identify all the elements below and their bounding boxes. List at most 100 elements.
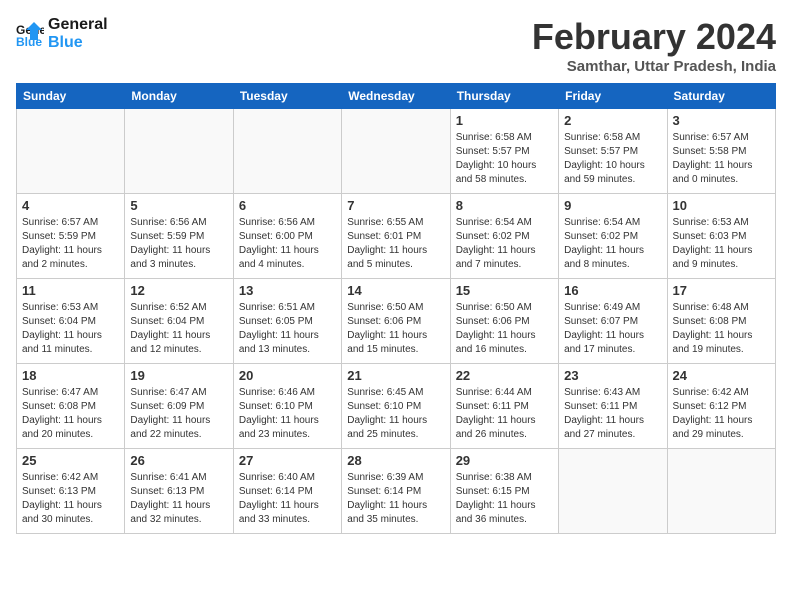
calendar-cell: 28Sunrise: 6:39 AMSunset: 6:14 PMDayligh… — [342, 449, 450, 534]
calendar-cell: 12 Sunrise: 6:52 AMSunset: 6:04 PMDayligh… — [125, 279, 233, 364]
logo-general: General — [48, 16, 108, 34]
calendar-cell: 18 Sunrise: 6:47 AMSunset: 6:08 PMDayligh… — [17, 364, 125, 449]
day-info: Sunrise: 6:58 AMSunset: 5:57 PMDaylight:… — [564, 131, 661, 187]
day-info: Sunrise: 6:44 AMSunset: 6:11 PMDaylight:… — [456, 386, 553, 442]
day-info: Sunrise: 6:53 AMSunset: 6:04 PMDaylight:… — [22, 301, 119, 357]
calendar-cell: 27 Sunrise: 6:40 AMSunset: 6:14 PMDayligh… — [233, 449, 341, 534]
weekday-header-tuesday: Tuesday — [233, 84, 341, 109]
calendar-subtitle: Samthar, Uttar Pradesh, India — [532, 58, 776, 75]
day-info: Sunrise: 6:56 AMSunset: 5:59 PMDaylight:… — [130, 216, 227, 272]
day-number: 3 — [673, 113, 770, 128]
day-number: 12 — [130, 283, 227, 298]
day-number: 22 — [456, 368, 553, 383]
day-info: Sunrise: 6:38 AMSunset: 6:15 PMDaylight:… — [456, 471, 553, 527]
weekday-header-monday: Monday — [125, 84, 233, 109]
calendar-cell — [559, 449, 667, 534]
calendar-cell — [667, 449, 775, 534]
weekday-header-sunday: Sunday — [17, 84, 125, 109]
calendar-cell: 24 Sunrise: 6:42 AMSunset: 6:12 PMDayligh… — [667, 364, 775, 449]
calendar-cell: 15 Sunrise: 6:50 AMSunset: 6:06 PMDayligh… — [450, 279, 558, 364]
day-number: 13 — [239, 283, 336, 298]
calendar-cell: 7 Sunrise: 6:55 AMSunset: 6:01 PMDaylight… — [342, 194, 450, 279]
calendar-cell — [125, 109, 233, 194]
calendar-week-5: 25Sunrise: 6:42 AMSunset: 6:13 PMDayligh… — [17, 449, 776, 534]
weekday-header-row: SundayMondayTuesdayWednesdayThursdayFrid… — [17, 84, 776, 109]
calendar-week-3: 11Sunrise: 6:53 AMSunset: 6:04 PMDayligh… — [17, 279, 776, 364]
day-info: Sunrise: 6:47 AMSunset: 6:08 PMDaylight:… — [22, 386, 119, 442]
calendar-cell: 17 Sunrise: 6:48 AMSunset: 6:08 PMDayligh… — [667, 279, 775, 364]
svg-text:Blue: Blue — [16, 35, 42, 48]
calendar-cell: 19 Sunrise: 6:47 AMSunset: 6:09 PMDayligh… — [125, 364, 233, 449]
day-info: Sunrise: 6:50 AMSunset: 6:06 PMDaylight:… — [456, 301, 553, 357]
day-number: 24 — [673, 368, 770, 383]
day-info: Sunrise: 6:47 AMSunset: 6:09 PMDaylight:… — [130, 386, 227, 442]
calendar-week-1: 1 Sunrise: 6:58 AMSunset: 5:57 PMDaylight… — [17, 109, 776, 194]
day-number: 8 — [456, 198, 553, 213]
weekday-header-saturday: Saturday — [667, 84, 775, 109]
calendar-cell: 13 Sunrise: 6:51 AMSunset: 6:05 PMDayligh… — [233, 279, 341, 364]
day-number: 16 — [564, 283, 661, 298]
day-number: 17 — [673, 283, 770, 298]
calendar-week-4: 18 Sunrise: 6:47 AMSunset: 6:08 PMDayligh… — [17, 364, 776, 449]
weekday-header-wednesday: Wednesday — [342, 84, 450, 109]
calendar-cell: 8 Sunrise: 6:54 AMSunset: 6:02 PMDaylight… — [450, 194, 558, 279]
calendar-cell: 29 Sunrise: 6:38 AMSunset: 6:15 PMDayligh… — [450, 449, 558, 534]
logo: General Blue General Blue — [16, 16, 108, 51]
day-number: 23 — [564, 368, 661, 383]
weekday-header-thursday: Thursday — [450, 84, 558, 109]
page-header: General Blue General Blue February 2024 … — [16, 16, 776, 75]
calendar-cell: 1Sunrise: 6:58 AMSunset: 5:57 PMDaylight… — [450, 109, 558, 194]
day-info: Sunrise: 6:55 AMSunset: 6:01 PMDaylight:… — [347, 216, 444, 272]
day-number: 4 — [22, 198, 119, 213]
calendar-cell: 23 Sunrise: 6:43 AMSunset: 6:11 PMDayligh… — [559, 364, 667, 449]
calendar-cell — [17, 109, 125, 194]
day-info: Sunrise: 6:52 AMSunset: 6:04 PMDaylight:… — [130, 301, 227, 357]
day-info: Sunrise: 6:53 AMSunset: 6:03 PMDaylight:… — [673, 216, 770, 272]
day-number: 19 — [130, 368, 227, 383]
calendar-cell: 21Sunrise: 6:45 AMSunset: 6:10 PMDayligh… — [342, 364, 450, 449]
day-number: 18 — [22, 368, 119, 383]
day-info: Sunrise: 6:41 AMSunset: 6:13 PMDaylight:… — [130, 471, 227, 527]
calendar-cell: 26 Sunrise: 6:41 AMSunset: 6:13 PMDayligh… — [125, 449, 233, 534]
calendar-cell: 16 Sunrise: 6:49 AMSunset: 6:07 PMDayligh… — [559, 279, 667, 364]
calendar-cell: 3 Sunrise: 6:57 AMSunset: 5:58 PMDaylight… — [667, 109, 775, 194]
day-info: Sunrise: 6:43 AMSunset: 6:11 PMDaylight:… — [564, 386, 661, 442]
day-number: 7 — [347, 198, 444, 213]
day-info: Sunrise: 6:39 AMSunset: 6:14 PMDaylight:… — [347, 471, 444, 527]
calendar-cell — [233, 109, 341, 194]
day-info: Sunrise: 6:48 AMSunset: 6:08 PMDaylight:… — [673, 301, 770, 357]
calendar-table: SundayMondayTuesdayWednesdayThursdayFrid… — [16, 83, 776, 534]
calendar-cell: 5Sunrise: 6:56 AMSunset: 5:59 PMDaylight… — [125, 194, 233, 279]
day-info: Sunrise: 6:51 AMSunset: 6:05 PMDaylight:… — [239, 301, 336, 357]
calendar-cell: 20 Sunrise: 6:46 AMSunset: 6:10 PMDayligh… — [233, 364, 341, 449]
calendar-week-2: 4Sunrise: 6:57 AMSunset: 5:59 PMDaylight… — [17, 194, 776, 279]
day-number: 1 — [456, 113, 553, 128]
day-info: Sunrise: 6:49 AMSunset: 6:07 PMDaylight:… — [564, 301, 661, 357]
day-number: 10 — [673, 198, 770, 213]
day-info: Sunrise: 6:54 AMSunset: 6:02 PMDaylight:… — [564, 216, 661, 272]
day-number: 25 — [22, 453, 119, 468]
day-info: Sunrise: 6:56 AMSunset: 6:00 PMDaylight:… — [239, 216, 336, 272]
day-info: Sunrise: 6:46 AMSunset: 6:10 PMDaylight:… — [239, 386, 336, 442]
day-info: Sunrise: 6:40 AMSunset: 6:14 PMDaylight:… — [239, 471, 336, 527]
calendar-cell: 11Sunrise: 6:53 AMSunset: 6:04 PMDayligh… — [17, 279, 125, 364]
calendar-cell: 6 Sunrise: 6:56 AMSunset: 6:00 PMDaylight… — [233, 194, 341, 279]
day-number: 14 — [347, 283, 444, 298]
day-info: Sunrise: 6:42 AMSunset: 6:12 PMDaylight:… — [673, 386, 770, 442]
day-number: 6 — [239, 198, 336, 213]
day-number: 26 — [130, 453, 227, 468]
logo-blue: Blue — [48, 34, 108, 52]
day-info: Sunrise: 6:57 AMSunset: 5:58 PMDaylight:… — [673, 131, 770, 187]
day-info: Sunrise: 6:50 AMSunset: 6:06 PMDaylight:… — [347, 301, 444, 357]
day-number: 29 — [456, 453, 553, 468]
day-number: 2 — [564, 113, 661, 128]
calendar-cell: 14 Sunrise: 6:50 AMSunset: 6:06 PMDayligh… — [342, 279, 450, 364]
calendar-cell: 9Sunrise: 6:54 AMSunset: 6:02 PMDaylight… — [559, 194, 667, 279]
day-number: 27 — [239, 453, 336, 468]
day-number: 20 — [239, 368, 336, 383]
day-info: Sunrise: 6:54 AMSunset: 6:02 PMDaylight:… — [456, 216, 553, 272]
calendar-cell: 4Sunrise: 6:57 AMSunset: 5:59 PMDaylight… — [17, 194, 125, 279]
calendar-cell: 2 Sunrise: 6:58 AMSunset: 5:57 PMDaylight… — [559, 109, 667, 194]
title-section: February 2024 Samthar, Uttar Pradesh, In… — [532, 16, 776, 75]
day-number: 15 — [456, 283, 553, 298]
